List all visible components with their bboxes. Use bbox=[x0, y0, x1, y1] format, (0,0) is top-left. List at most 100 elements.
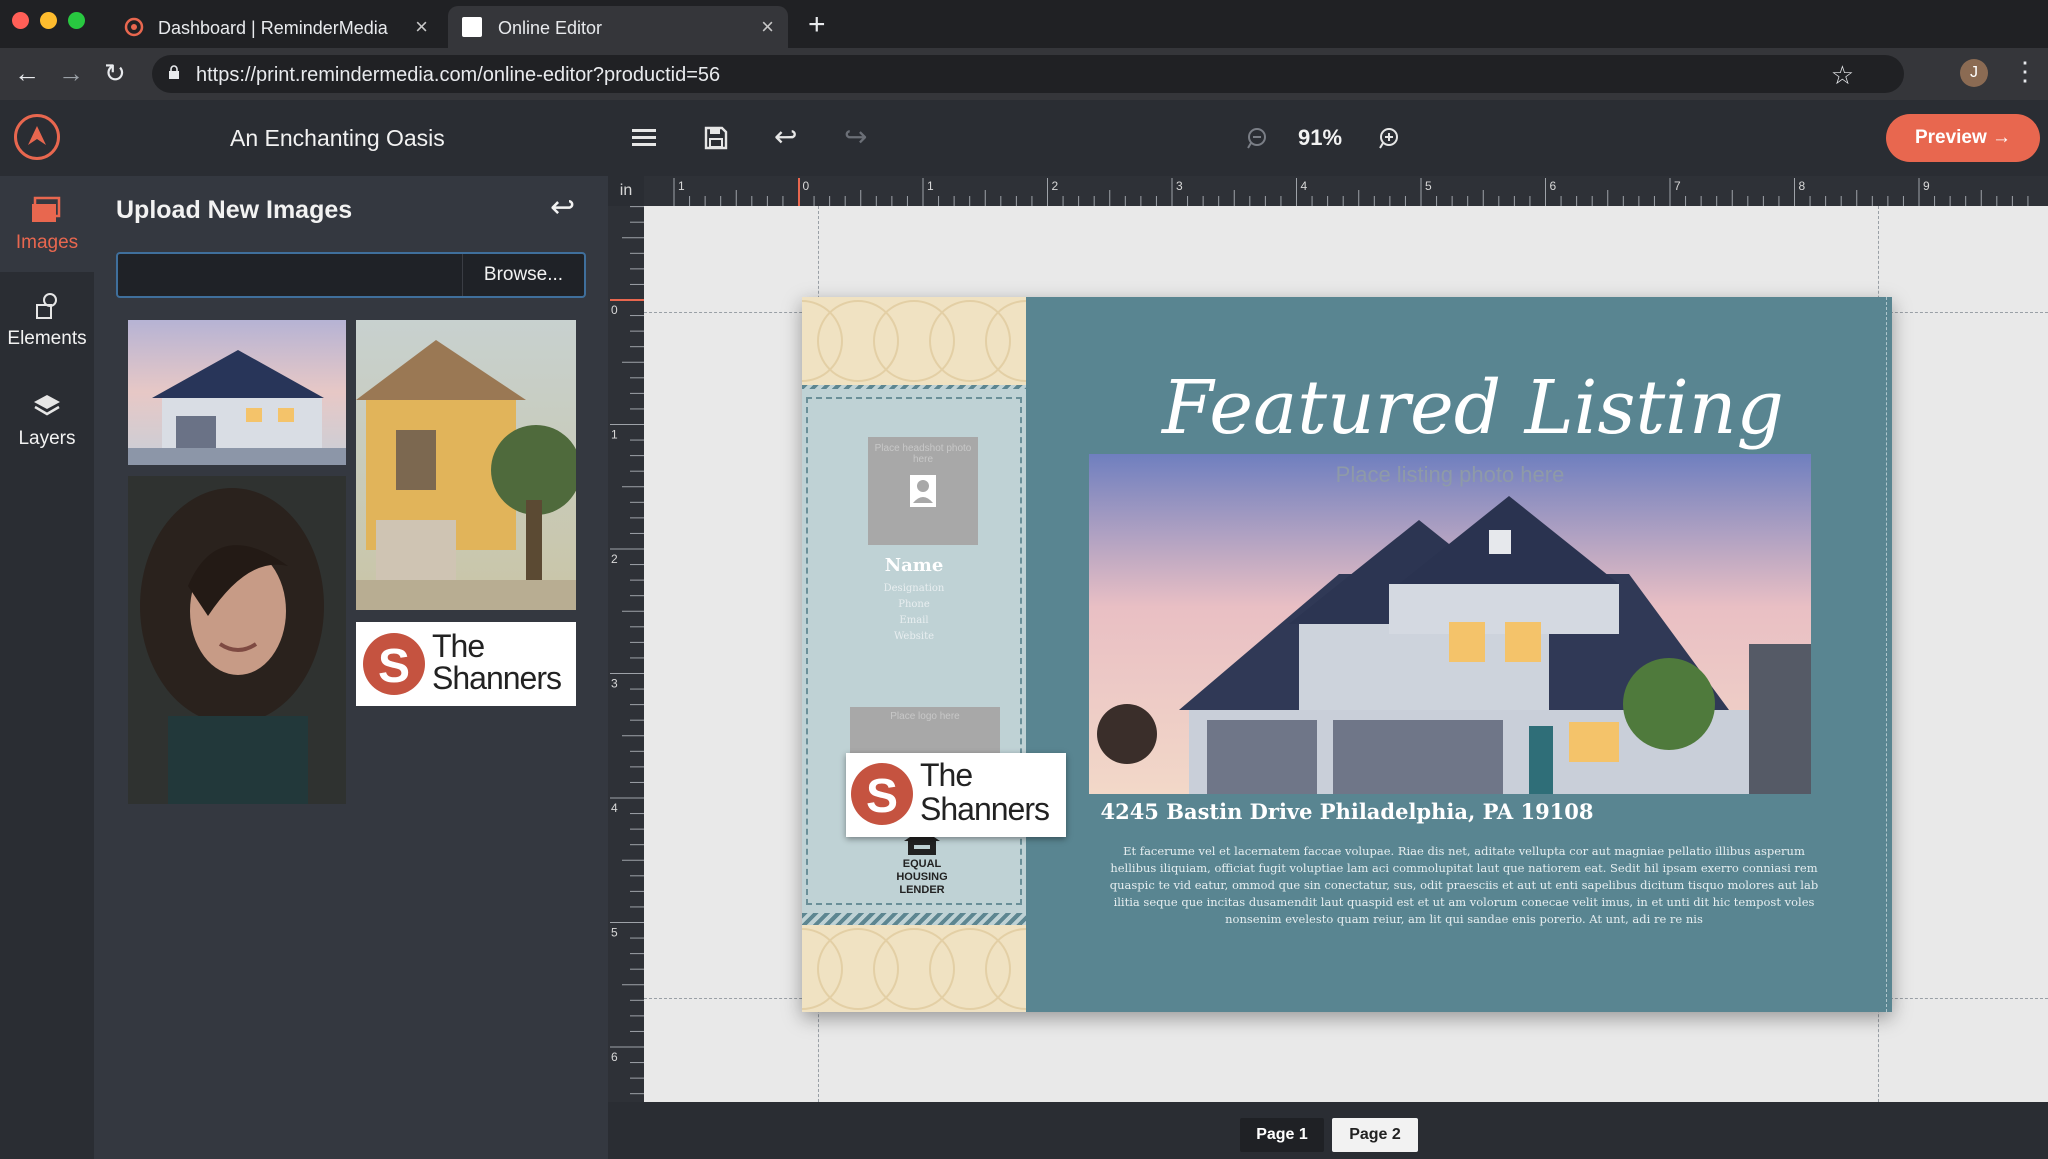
ruler-label: 1 bbox=[678, 179, 685, 193]
undo-icon[interactable]: ↩ bbox=[774, 120, 797, 153]
postcard-page[interactable]: Place headshot photo here Name Designati… bbox=[802, 297, 1892, 1012]
vertical-ruler: 0 1 2 3 4 5 6 bbox=[608, 206, 644, 1102]
browser-toolbar: ← → ↻ https://print.remindermedia.com/on… bbox=[0, 48, 2048, 100]
rail-item-layers[interactable]: Layers bbox=[0, 372, 94, 468]
bleed-guide bbox=[1886, 297, 1887, 1012]
tool-rail: Images Elements Layers bbox=[0, 176, 94, 1159]
image-thumbnail[interactable]: S The Shanners bbox=[356, 622, 576, 706]
agent-phone[interactable]: Phone bbox=[802, 599, 1026, 610]
panel-title: Upload New Images bbox=[116, 196, 353, 224]
editor-header: An Enchanting Oasis ↩ ↪ 91% Preview → bbox=[0, 100, 2048, 176]
ruler-label: 7 bbox=[1674, 179, 1681, 193]
upload-file-input[interactable]: Browse... bbox=[116, 252, 586, 298]
ruler-label: 3 bbox=[611, 677, 618, 691]
elements-icon bbox=[36, 293, 57, 319]
profile-avatar[interactable]: J bbox=[1960, 59, 1988, 87]
ruler-label: 8 bbox=[1799, 179, 1806, 193]
lock-icon bbox=[169, 65, 179, 79]
rail-item-images[interactable]: Images bbox=[0, 176, 94, 272]
close-tab-icon[interactable]: × bbox=[415, 14, 428, 40]
wave-border bbox=[802, 913, 1026, 925]
logo-placeholder[interactable]: Place logo here bbox=[850, 707, 1000, 753]
redo-icon[interactable]: ↪ bbox=[844, 120, 867, 153]
back-icon[interactable]: ← bbox=[14, 58, 40, 89]
zoom-out-icon[interactable] bbox=[1246, 127, 1268, 149]
listing-address[interactable]: 4245 Bastin Drive Philadelphia, PA 19108 bbox=[802, 799, 1892, 824]
address-bar[interactable]: https://print.remindermedia.com/online-e… bbox=[152, 55, 1904, 93]
zoom-level: 91% bbox=[1298, 125, 1343, 150]
image-thumbnail[interactable] bbox=[128, 476, 346, 804]
house-photo bbox=[128, 350, 346, 465]
agent-name[interactable]: Name bbox=[802, 555, 1026, 576]
ruler-label: 2 bbox=[1052, 179, 1059, 193]
svg-text:S: S bbox=[378, 640, 410, 693]
listing-description[interactable]: Et facerume vel et lacernatem faccae vol… bbox=[1102, 843, 1826, 928]
ruler-label: 5 bbox=[611, 926, 618, 940]
ruler-label: 3 bbox=[1176, 179, 1183, 193]
agent-website[interactable]: Website bbox=[802, 631, 1026, 642]
horizontal-ruler-ticks: 1 0 1 2 3 4 5 6 7 8 9 bbox=[673, 178, 2029, 206]
ruler-label: 5 bbox=[1425, 179, 1432, 193]
yellow-house-photo bbox=[356, 340, 576, 610]
headline[interactable]: Featured Listing bbox=[1162, 365, 1784, 451]
decorative-pattern-top bbox=[802, 300, 1026, 382]
images-panel: Upload New Images ↩ Browse... S The Shan… bbox=[94, 176, 608, 1159]
browser-tab-bar: Dashboard | ReminderMedia × Online Edito… bbox=[0, 0, 2048, 48]
menu-icon[interactable] bbox=[632, 128, 656, 148]
image-thumbnail[interactable] bbox=[356, 320, 576, 610]
image-thumbnail[interactable] bbox=[128, 320, 346, 465]
maximize-window-button[interactable] bbox=[68, 12, 85, 29]
remindermedia-logo[interactable] bbox=[14, 114, 60, 160]
agent-email[interactable]: Email bbox=[802, 615, 1026, 626]
logo-text-line1: The bbox=[920, 757, 973, 793]
layers-icon bbox=[34, 395, 60, 416]
rail-item-elements[interactable]: Elements bbox=[0, 272, 94, 368]
agent-designation[interactable]: Designation bbox=[802, 583, 1026, 594]
listing-house-photo bbox=[1089, 454, 1811, 794]
ruler-label: 4 bbox=[611, 801, 618, 815]
panel-back-icon[interactable]: ↩ bbox=[550, 190, 575, 225]
blank-page-favicon-icon bbox=[462, 17, 482, 37]
tab-dashboard[interactable]: Dashboard | ReminderMedia × bbox=[110, 6, 442, 48]
logo-text-line2: Shanners bbox=[432, 660, 562, 696]
logo-mark-icon bbox=[28, 126, 46, 145]
headshot-placeholder[interactable]: Place headshot photo here bbox=[868, 437, 978, 545]
page-navigator: Page 1 Page 2 bbox=[608, 1102, 2048, 1159]
vertical-ruler-ticks: 0 1 2 3 4 5 6 bbox=[610, 206, 644, 1095]
rail-label: Elements bbox=[7, 328, 87, 349]
reload-icon[interactable]: ↻ bbox=[104, 58, 126, 89]
browser-menu-icon[interactable]: ⋮ bbox=[2012, 56, 2038, 87]
tab-title: Dashboard | ReminderMedia bbox=[158, 18, 388, 38]
tab-online-editor[interactable]: Online Editor × bbox=[448, 6, 788, 48]
ruler-label: 2 bbox=[611, 552, 618, 566]
ruler-label: 4 bbox=[1301, 179, 1308, 193]
remindermedia-favicon-icon bbox=[124, 17, 144, 37]
ruler-label: 6 bbox=[611, 1050, 618, 1064]
forward-icon[interactable]: → bbox=[58, 58, 84, 89]
bookmark-star-icon[interactable]: ☆ bbox=[1831, 60, 1854, 91]
horizontal-ruler: 1 0 1 2 3 4 5 6 7 8 9 bbox=[644, 176, 2048, 206]
headshot-placeholder-text: Place headshot photo here bbox=[874, 443, 972, 465]
dragged-logo-image[interactable]: S The Shanners bbox=[846, 753, 1066, 837]
new-tab-icon[interactable]: + bbox=[808, 8, 826, 42]
close-window-button[interactable] bbox=[12, 12, 29, 29]
save-icon[interactable] bbox=[704, 126, 728, 150]
page-1-button[interactable]: Page 1 bbox=[1240, 1118, 1324, 1152]
ruler-label: 1 bbox=[927, 179, 934, 193]
listing-photo-placeholder: Place listing photo here bbox=[1335, 462, 1565, 487]
preview-button[interactable]: Preview → bbox=[1886, 114, 2040, 162]
close-tab-icon[interactable]: × bbox=[761, 14, 774, 40]
decorative-pattern-bottom bbox=[802, 928, 1026, 1010]
document-title[interactable]: An Enchanting Oasis bbox=[230, 125, 445, 152]
page-2-button[interactable]: Page 2 bbox=[1332, 1118, 1418, 1152]
rail-label: Images bbox=[15, 232, 79, 253]
browse-button[interactable]: Browse... bbox=[462, 254, 584, 296]
ruler-label: 0 bbox=[803, 179, 810, 193]
headshot-photo bbox=[140, 488, 324, 804]
zoom-in-icon[interactable] bbox=[1378, 127, 1400, 149]
listing-photo[interactable]: Place listing photo here bbox=[1089, 454, 1811, 794]
equal-housing-text: EQUAL HOUSING LENDER bbox=[896, 858, 948, 896]
add-person-icon bbox=[910, 475, 936, 507]
minimize-window-button[interactable] bbox=[40, 12, 57, 29]
agent-strip[interactable]: Place headshot photo here Name Designati… bbox=[802, 297, 1066, 1012]
